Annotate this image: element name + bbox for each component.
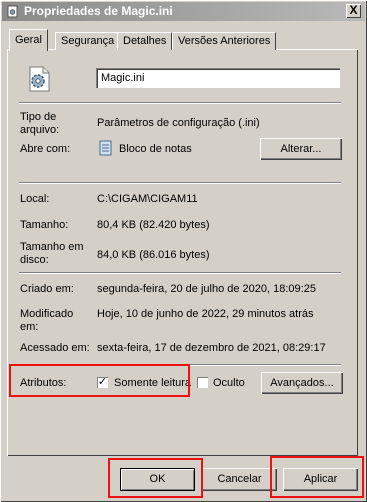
properties-dialog: Propriedades de Magic.ini X Geral Segura… — [0, 0, 367, 502]
size-value: 80,4 KB (82.420 bytes) — [97, 219, 210, 231]
tab-general[interactable]: Geral — [9, 29, 48, 51]
file-name-field[interactable]: Magic.ini — [96, 68, 340, 88]
separator — [19, 364, 341, 366]
size-label: Tamanho: — [20, 219, 69, 231]
readonly-checkbox[interactable]: ✓ — [97, 377, 108, 388]
cancel-button[interactable]: Cancelar — [202, 468, 277, 491]
location-value: C:\CIGAM\CIGAM11 — [97, 193, 198, 205]
created-value: segunda-feira, 20 de julho de 2020, 18:0… — [97, 283, 316, 295]
ok-button[interactable]: OK — [120, 468, 195, 491]
close-button[interactable]: X — [346, 4, 361, 18]
notepad-icon — [99, 140, 112, 156]
window-title: Propriedades de Magic.ini — [24, 4, 173, 18]
attributes-label: Atributos: — [20, 377, 67, 389]
separator — [19, 102, 341, 104]
location-label: Local: — [20, 193, 50, 205]
opens-with-value: Bloco de notas — [119, 143, 192, 155]
separator — [19, 182, 341, 184]
readonly-label[interactable]: Somente leitura — [114, 377, 191, 390]
hidden-label[interactable]: Oculto — [213, 377, 245, 390]
file-name-value: Magic.ini — [101, 72, 145, 84]
change-program-button[interactable]: Alterar... — [260, 138, 342, 160]
title-bar: Propriedades de Magic.ini X — [2, 2, 365, 21]
accessed-label: Acessado em: — [20, 342, 90, 354]
hidden-checkbox[interactable] — [197, 377, 208, 388]
file-icon — [7, 5, 18, 18]
accessed-value: sexta-feira, 17 de dezembro de 2021, 08:… — [97, 342, 326, 354]
disk-size-value: 84,0 KB (86.016 bytes) — [97, 249, 210, 261]
tab-details[interactable]: Detalhes — [117, 32, 173, 50]
opens-with-label: Abre com: — [20, 143, 71, 155]
created-label: Criado em: — [20, 283, 74, 295]
modified-value: Hoje, 10 de junho de 2022, 29 minutos at… — [97, 308, 314, 320]
modified-label: Modificado em: — [20, 308, 74, 333]
tab-security[interactable]: Segurança — [55, 32, 121, 50]
tab-previous-versions[interactable]: Versões Anteriores — [172, 32, 277, 50]
ini-settings-file-icon — [29, 66, 50, 92]
checkmark-icon: ✓ — [97, 376, 108, 388]
apply-button[interactable]: Aplicar — [283, 468, 358, 491]
separator — [19, 272, 341, 274]
file-type-label: Tipo de arquivo: — [20, 111, 60, 136]
disk-size-label: Tamanho em disco: — [20, 241, 84, 266]
advanced-button[interactable]: Avançados... — [261, 372, 343, 394]
file-type-value: Parâmetros de configuração (.ini) — [97, 117, 260, 129]
